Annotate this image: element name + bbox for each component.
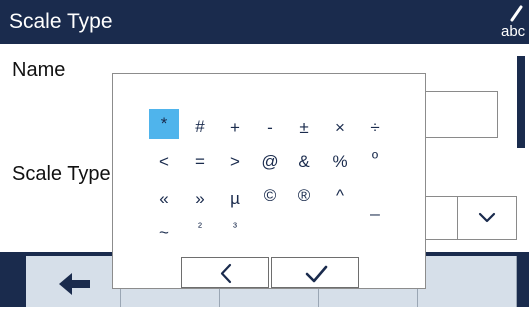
symbol-key[interactable]: © bbox=[255, 181, 285, 211]
symbol-key[interactable]: _ bbox=[360, 192, 390, 222]
scrollbar[interactable] bbox=[517, 56, 525, 148]
symbol-key[interactable]: « bbox=[149, 184, 179, 214]
symbol-key[interactable]: # bbox=[185, 112, 215, 142]
symbol-key[interactable]: & bbox=[289, 147, 319, 177]
scale-type-dropdown[interactable] bbox=[425, 196, 517, 240]
symbol-key[interactable]: - bbox=[255, 113, 285, 143]
symbol-key[interactable]: º bbox=[360, 144, 390, 174]
symbol-key[interactable]: » bbox=[185, 184, 215, 214]
confirm-button[interactable] bbox=[271, 257, 359, 288]
symbol-key[interactable]: ÷ bbox=[360, 113, 390, 143]
checkmark-icon bbox=[305, 265, 328, 283]
pencil-icon bbox=[510, 5, 523, 22]
symbol-key[interactable]: % bbox=[325, 147, 355, 177]
keyboard-toggle-button[interactable]: abc bbox=[501, 4, 527, 42]
scale-type-label: Scale Type bbox=[12, 163, 111, 185]
dropdown-toggle-button[interactable] bbox=[457, 197, 516, 239]
symbol-key[interactable]: × bbox=[325, 113, 355, 143]
symbol-key[interactable]: < bbox=[149, 147, 179, 177]
symbol-key[interactable]: ² bbox=[185, 212, 215, 242]
page-title: Scale Type bbox=[9, 10, 113, 33]
symbol-key[interactable]: ^ bbox=[325, 181, 355, 211]
symbol-key[interactable]: µ bbox=[220, 184, 250, 214]
back-button[interactable] bbox=[26, 256, 121, 307]
symbol-key[interactable]: ³ bbox=[220, 212, 250, 242]
symbol-key[interactable]: = bbox=[185, 147, 215, 177]
chevron-down-icon bbox=[478, 212, 496, 223]
symbol-key[interactable]: ® bbox=[289, 181, 319, 211]
toolbar-button-5[interactable] bbox=[418, 256, 517, 307]
symbol-key[interactable]: > bbox=[220, 147, 250, 177]
abc-icon-label: abc bbox=[501, 23, 526, 40]
chevron-left-icon bbox=[220, 263, 232, 284]
symbol-key[interactable]: * bbox=[149, 109, 179, 139]
cancel-button[interactable] bbox=[181, 257, 269, 288]
symbol-key[interactable]: @ bbox=[255, 147, 285, 177]
title-bar: Scale Type abc bbox=[0, 0, 529, 44]
name-label: Name bbox=[12, 59, 66, 81]
symbol-key[interactable]: ± bbox=[289, 113, 319, 143]
arrow-left-icon bbox=[59, 273, 90, 295]
symbol-picker-dialog: * # + - ± × ÷ < = > @ & % º « » µ © ® ^ … bbox=[112, 73, 426, 289]
name-input[interactable] bbox=[425, 91, 498, 138]
symbol-key[interactable]: + bbox=[220, 113, 250, 143]
symbol-key[interactable]: ~ bbox=[149, 218, 179, 248]
